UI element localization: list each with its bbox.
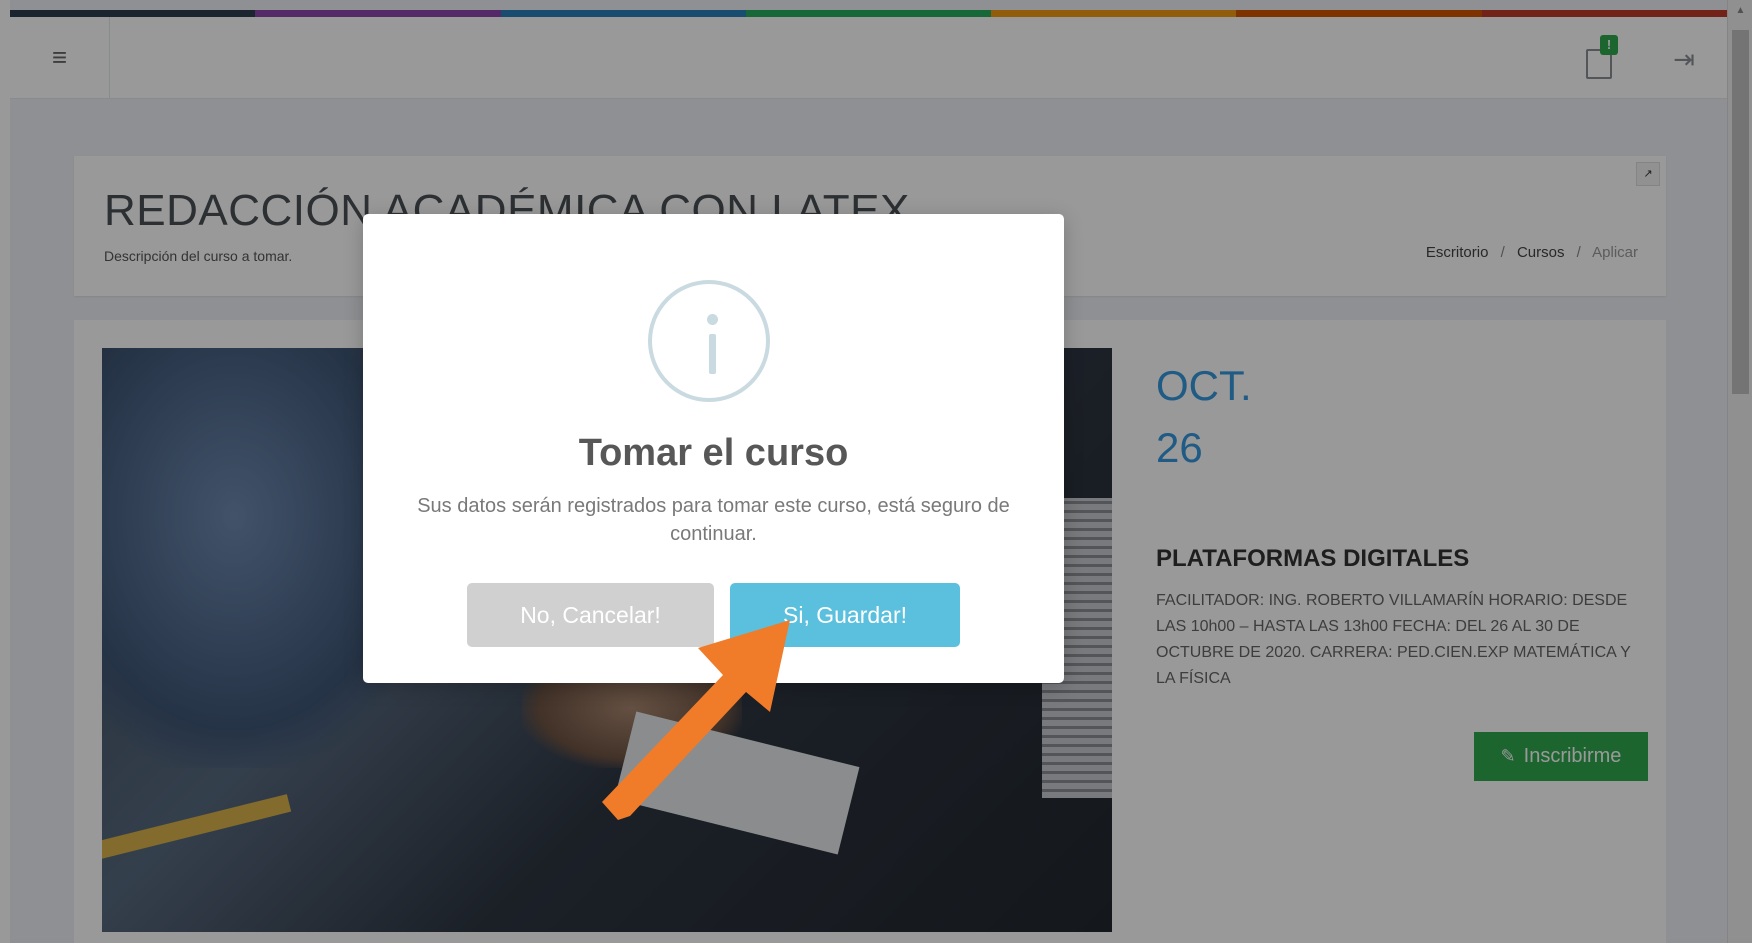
dialog-title: Tomar el curso: [578, 432, 849, 474]
info-icon: [648, 280, 770, 402]
orange-arrow-icon: [602, 620, 790, 820]
confirm-dialog: Tomar el curso Sus datos serán registrad…: [363, 214, 1064, 683]
dialog-message: Sus datos serán registrados para tomar e…: [417, 495, 1010, 545]
